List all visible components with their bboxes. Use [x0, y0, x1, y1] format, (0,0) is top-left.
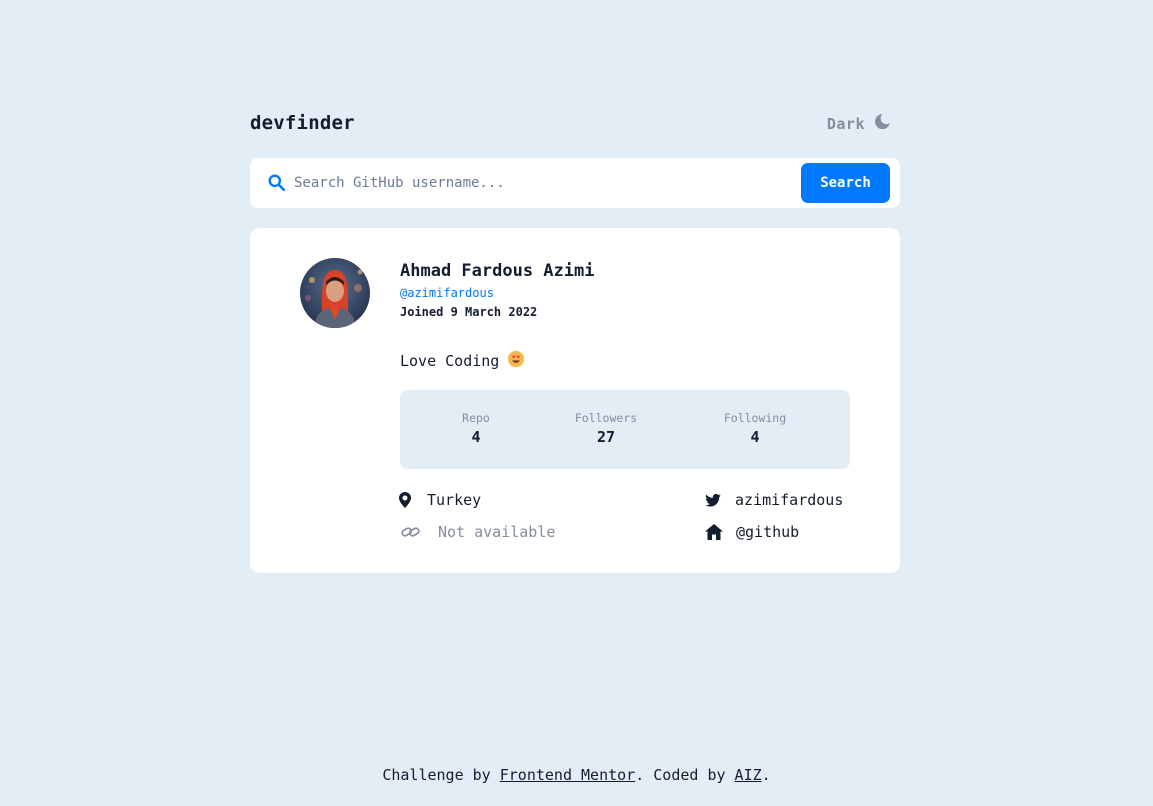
footer-suffix: . — [761, 766, 771, 784]
search-bar: Search — [250, 158, 900, 208]
company-item: @github — [704, 523, 799, 541]
avatar — [300, 258, 370, 328]
bio-text: Love Coding — [400, 352, 500, 370]
stat-followers: Followers 27 — [566, 411, 646, 446]
footer-middle: . Coded by — [635, 766, 726, 784]
stat-value: 27 — [596, 428, 616, 446]
search-input[interactable] — [294, 170, 784, 196]
profile-name: Ahmad Fardous Azimi — [400, 261, 595, 281]
profile-card: Ahmad Fardous Azimi @azimifardous Joined… — [250, 228, 900, 573]
profile-bio: Love Coding — [400, 350, 525, 372]
twitter-icon — [703, 493, 723, 507]
website-text: Not available — [438, 523, 556, 541]
stat-label: Repo — [462, 411, 490, 425]
location-item: Turkey — [395, 491, 481, 509]
location-text: Turkey — [427, 491, 482, 509]
theme-toggle-label: Dark — [826, 114, 865, 133]
theme-toggle-button[interactable]: Dark — [827, 114, 890, 133]
profile-login-link[interactable]: @azimifardous — [400, 286, 494, 300]
twitter-text: azimifardous — [735, 491, 844, 509]
stat-label: Followers — [574, 411, 638, 425]
page-footer: Challenge by Frontend Mentor. Coded by A… — [0, 766, 1153, 784]
building-icon — [704, 524, 724, 540]
stat-repo: Repo 4 — [450, 411, 502, 446]
moon-icon — [875, 114, 890, 133]
profile-joined-date: Joined 9 March 2022 — [400, 305, 538, 319]
app-logo: devfinder — [250, 112, 355, 134]
stat-value: 4 — [471, 428, 481, 446]
link-icon — [400, 525, 420, 539]
location-pin-icon — [395, 492, 415, 508]
stat-following: Following 4 — [715, 411, 795, 446]
heart-eyes-emoji-icon — [507, 350, 525, 372]
author-link[interactable]: AIZ — [735, 766, 762, 784]
twitter-item[interactable]: azimifardous — [703, 491, 843, 509]
stats-panel: Repo 4 Followers 27 Following 4 — [400, 390, 850, 469]
company-text: @github — [736, 523, 800, 541]
stat-label: Following — [723, 411, 787, 425]
search-button[interactable]: Search — [801, 163, 890, 203]
stat-value: 4 — [750, 428, 760, 446]
app-header: devfinder Dark — [250, 110, 900, 140]
search-icon — [268, 174, 285, 195]
footer-prefix: Challenge by — [382, 766, 491, 784]
frontend-mentor-link[interactable]: Frontend Mentor — [500, 766, 635, 784]
website-item: Not available — [400, 523, 555, 541]
